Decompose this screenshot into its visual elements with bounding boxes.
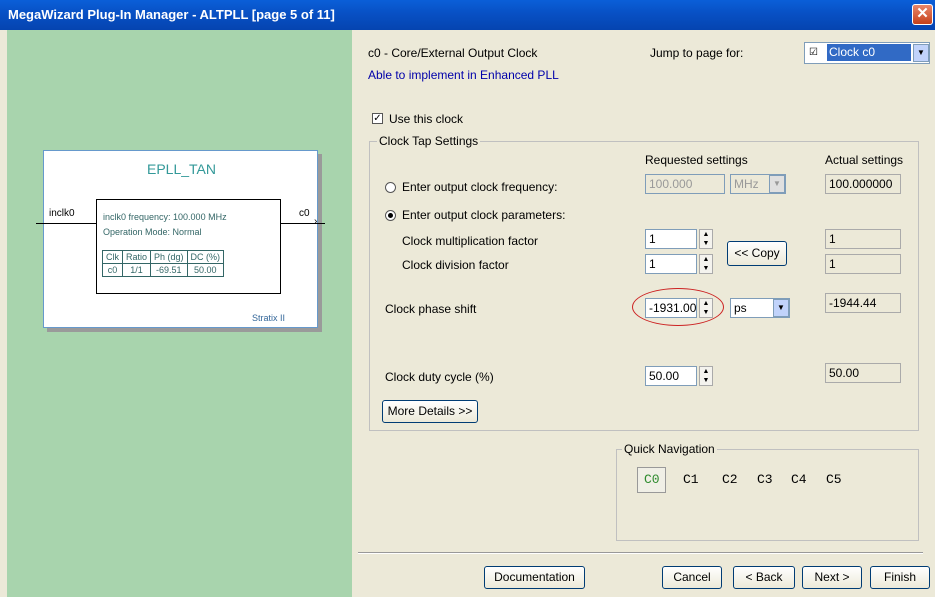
mult-actual: 1 <box>825 229 901 249</box>
use-clock-label: Use this clock <box>389 112 464 126</box>
table-row: c0 1/1 -69.51 50.00 <box>102 263 225 277</box>
div-actual: 1 <box>825 254 901 274</box>
table-cell: c0 <box>102 263 123 277</box>
clock-tap-title: Clock Tap Settings <box>377 134 481 148</box>
requested-header: Requested settings <box>645 153 748 167</box>
more-details-button[interactable]: More Details >> <box>382 400 478 423</box>
actual-header: Actual settings <box>825 153 904 167</box>
phase-unit-select[interactable]: ps ▼ <box>730 298 790 318</box>
duty-spinner[interactable]: ▲ ▼ <box>699 366 713 386</box>
phase-unit-value: ps <box>734 301 747 315</box>
table-cell: 1/1 <box>121 263 152 277</box>
frequency-input[interactable]: 100.000 <box>645 174 725 194</box>
nav-c1[interactable]: C1 <box>683 472 699 487</box>
spin-up-icon[interactable]: ▲ <box>700 255 712 264</box>
pll-block: EPLL_TAN inclk0 c0 › inclk0 frequency: 1… <box>36 150 325 328</box>
mult-label: Clock multiplication factor <box>402 234 539 248</box>
clock-summary-table: Clk Ratio Ph (dg) DC (%) c0 1/1 -69.51 5… <box>102 250 225 277</box>
highlight-circle <box>632 288 724 326</box>
spin-up-icon[interactable]: ▲ <box>700 230 712 239</box>
block-title: EPLL_TAN <box>147 161 216 177</box>
freq-option-radio[interactable] <box>385 182 396 193</box>
back-button[interactable]: < Back <box>733 566 795 589</box>
div-factor-input[interactable]: 1 <box>645 254 697 274</box>
clock-description: c0 - Core/External Output Clock <box>368 46 538 60</box>
quick-nav-title: Quick Navigation <box>622 442 717 456</box>
mult-factor-input[interactable]: 1 <box>645 229 697 249</box>
table-header-row: Clk Ratio Ph (dg) DC (%) <box>102 250 225 264</box>
pll-note: Able to implement in Enhanced PLL <box>368 68 559 82</box>
close-button[interactable]: ✕ <box>912 4 933 25</box>
duty-cycle-input[interactable]: 50.00 <box>645 366 697 386</box>
chevron-down-icon[interactable]: ▼ <box>913 44 929 62</box>
nav-c2[interactable]: C2 <box>722 472 738 487</box>
table-header: Ratio <box>121 250 152 264</box>
jump-selected-value: Clock c0 <box>827 44 911 61</box>
close-icon: ✕ <box>916 5 929 22</box>
nav-c3[interactable]: C3 <box>757 472 773 487</box>
nav-c5[interactable]: C5 <box>826 472 842 487</box>
div-label: Clock division factor <box>402 258 509 272</box>
spin-up-icon[interactable]: ▲ <box>700 367 712 376</box>
use-clock-checkbox[interactable]: ✓ <box>372 113 383 124</box>
table-header: Ph (dg) <box>150 250 188 264</box>
window-title: MegaWizard Plug-In Manager - ALTPLL [pag… <box>8 7 335 22</box>
input-frequency: inclk0 frequency: 100.000 MHz <box>103 212 227 222</box>
jump-label: Jump to page for: <box>650 46 744 60</box>
freq-option-label: Enter output clock frequency: <box>402 180 558 194</box>
pll-inner-box: inclk0 frequency: 100.000 MHz Operation … <box>96 199 281 294</box>
nav-c4[interactable]: C4 <box>791 472 807 487</box>
frequency-unit-select[interactable]: MHz ▼ <box>730 174 786 194</box>
cancel-button[interactable]: Cancel <box>662 566 722 589</box>
spin-down-icon[interactable]: ▼ <box>700 376 712 385</box>
frequency-unit-value: MHz <box>734 177 759 191</box>
duty-actual: 50.00 <box>825 363 901 383</box>
mult-spinner[interactable]: ▲ ▼ <box>699 229 713 249</box>
output-arrow-icon: › <box>314 216 318 227</box>
chevron-down-icon[interactable]: ▼ <box>769 175 785 193</box>
clock-check-icon: ☑ <box>809 47 818 58</box>
jump-to-page-select[interactable]: ☑ Clock c0 ▼ <box>804 42 930 64</box>
phase-label: Clock phase shift <box>385 302 477 316</box>
output-port-label: c0 <box>299 208 310 219</box>
documentation-button[interactable]: Documentation <box>484 566 585 589</box>
device-family: Stratix II <box>252 313 286 323</box>
copy-button[interactable]: << Copy <box>727 241 787 266</box>
input-port-label: inclk0 <box>49 208 75 219</box>
params-option-radio[interactable] <box>385 210 396 221</box>
quick-nav-group <box>616 449 919 541</box>
footer-divider <box>358 552 923 554</box>
table-cell: 50.00 <box>186 263 225 277</box>
input-wire <box>36 223 96 224</box>
finish-button[interactable]: Finish <box>870 566 930 589</box>
title-bar: MegaWizard Plug-In Manager - ALTPLL [pag… <box>0 0 935 30</box>
output-wire <box>281 223 325 224</box>
div-spinner[interactable]: ▲ ▼ <box>699 254 713 274</box>
operation-mode: Operation Mode: Normal <box>103 227 202 237</box>
spin-down-icon[interactable]: ▼ <box>700 264 712 273</box>
params-option-label: Enter output clock parameters: <box>402 208 566 222</box>
phase-actual: -1944.44 <box>825 293 901 313</box>
duty-label: Clock duty cycle (%) <box>385 370 494 384</box>
frequency-actual: 100.000000 <box>825 174 901 194</box>
table-cell: -69.51 <box>150 263 188 277</box>
nav-c0[interactable]: C0 <box>644 472 660 487</box>
table-header: Clk <box>102 250 123 264</box>
table-header: DC (%) <box>186 250 225 264</box>
next-button[interactable]: Next > <box>802 566 862 589</box>
chevron-down-icon[interactable]: ▼ <box>773 299 789 317</box>
spin-down-icon[interactable]: ▼ <box>700 239 712 248</box>
